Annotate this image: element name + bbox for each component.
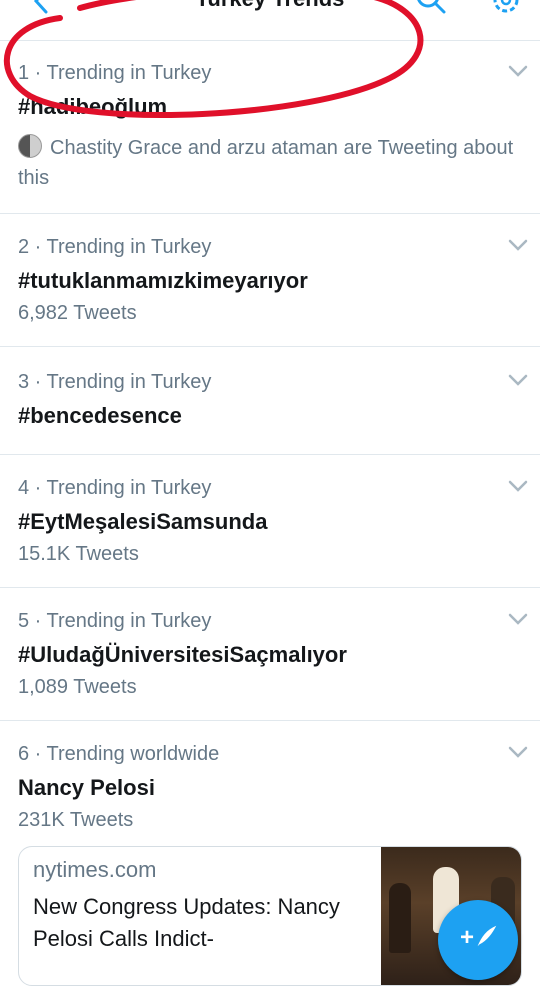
tweet-count: 231K Tweets — [18, 809, 134, 831]
tweet-count: 6,982 Tweets — [18, 302, 137, 324]
trend-rank-label: 4 · Trending in Turkey — [18, 477, 212, 499]
tweet-count: 1,089 Tweets — [18, 676, 137, 698]
trend-item-2[interactable]: 2 · Trending in Turkey #tutuklanmamızkim… — [0, 214, 540, 347]
compose-tweet-button[interactable]: + — [438, 900, 518, 980]
statue-shape — [389, 883, 411, 953]
trend-rank-label: 3 · Trending in Turkey — [18, 371, 212, 393]
tweet-count: 15.1K Tweets — [18, 543, 139, 565]
context-text: Chastity Grace and arzu ataman are Tweet… — [18, 137, 514, 189]
trend-rank-label: 1 · Trending in Turkey — [18, 62, 212, 84]
card-domain: nytimes.com — [33, 857, 157, 882]
chevron-down-icon[interactable] — [507, 479, 529, 493]
card-headline[interactable]: New Congress Updates: Nancy Pelosi Calls… — [33, 891, 373, 955]
trend-name[interactable]: Nancy Pelosi — [18, 775, 155, 801]
chevron-down-icon[interactable] — [507, 745, 529, 759]
trend-name[interactable]: #UludağÜniversitesiSaçmalıyor — [18, 642, 347, 668]
search-icon[interactable] — [414, 0, 448, 20]
compose-tweet-icon — [477, 925, 497, 947]
top-bar: Turkey Trends — [0, 0, 540, 41]
tweeting-about-context: Chastity Grace and arzu ataman are Tweet… — [18, 133, 518, 193]
trend-rank-label: 2 · Trending in Turkey — [18, 236, 212, 258]
chevron-down-icon[interactable] — [507, 64, 529, 78]
trend-name[interactable]: #bencedesence — [18, 403, 182, 429]
trend-name[interactable]: #EytMeşalesiSamsunda — [18, 509, 267, 535]
trend-rank-label: 5 · Trending in Turkey — [18, 610, 212, 632]
gear-icon[interactable] — [490, 0, 522, 20]
trend-item-5[interactable]: 5 · Trending in Turkey #UludağÜniversite… — [0, 588, 540, 721]
trend-name[interactable]: #tutuklanmamızkimeyarıyor — [18, 268, 308, 294]
trend-rank-label: 6 · Trending worldwide — [18, 743, 220, 765]
chevron-down-icon[interactable] — [507, 612, 529, 626]
chevron-down-icon[interactable] — [507, 373, 529, 387]
trend-name[interactable]: #hadibeoğlum — [18, 94, 167, 120]
trend-item-3[interactable]: 3 · Trending in Turkey #bencedesence — [0, 347, 540, 455]
page-title: Turkey Trends — [0, 0, 540, 12]
avatar — [18, 134, 42, 158]
chevron-down-icon[interactable] — [507, 238, 529, 252]
trend-item-4[interactable]: 4 · Trending in Turkey #EytMeşalesiSamsu… — [0, 455, 540, 588]
